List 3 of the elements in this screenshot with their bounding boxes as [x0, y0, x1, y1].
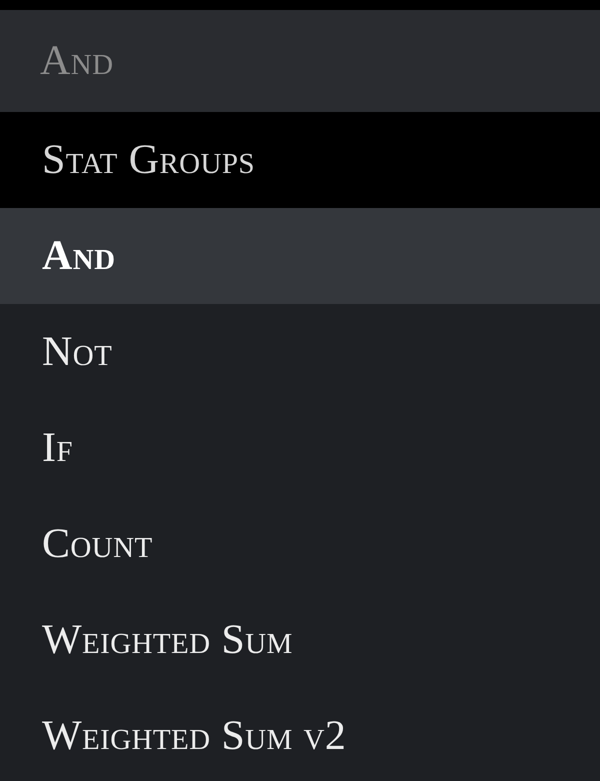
dropdown-field[interactable]: And — [0, 10, 600, 112]
dropdown-option[interactable]: And — [0, 208, 600, 304]
group-header: Stat Groups — [0, 112, 600, 208]
